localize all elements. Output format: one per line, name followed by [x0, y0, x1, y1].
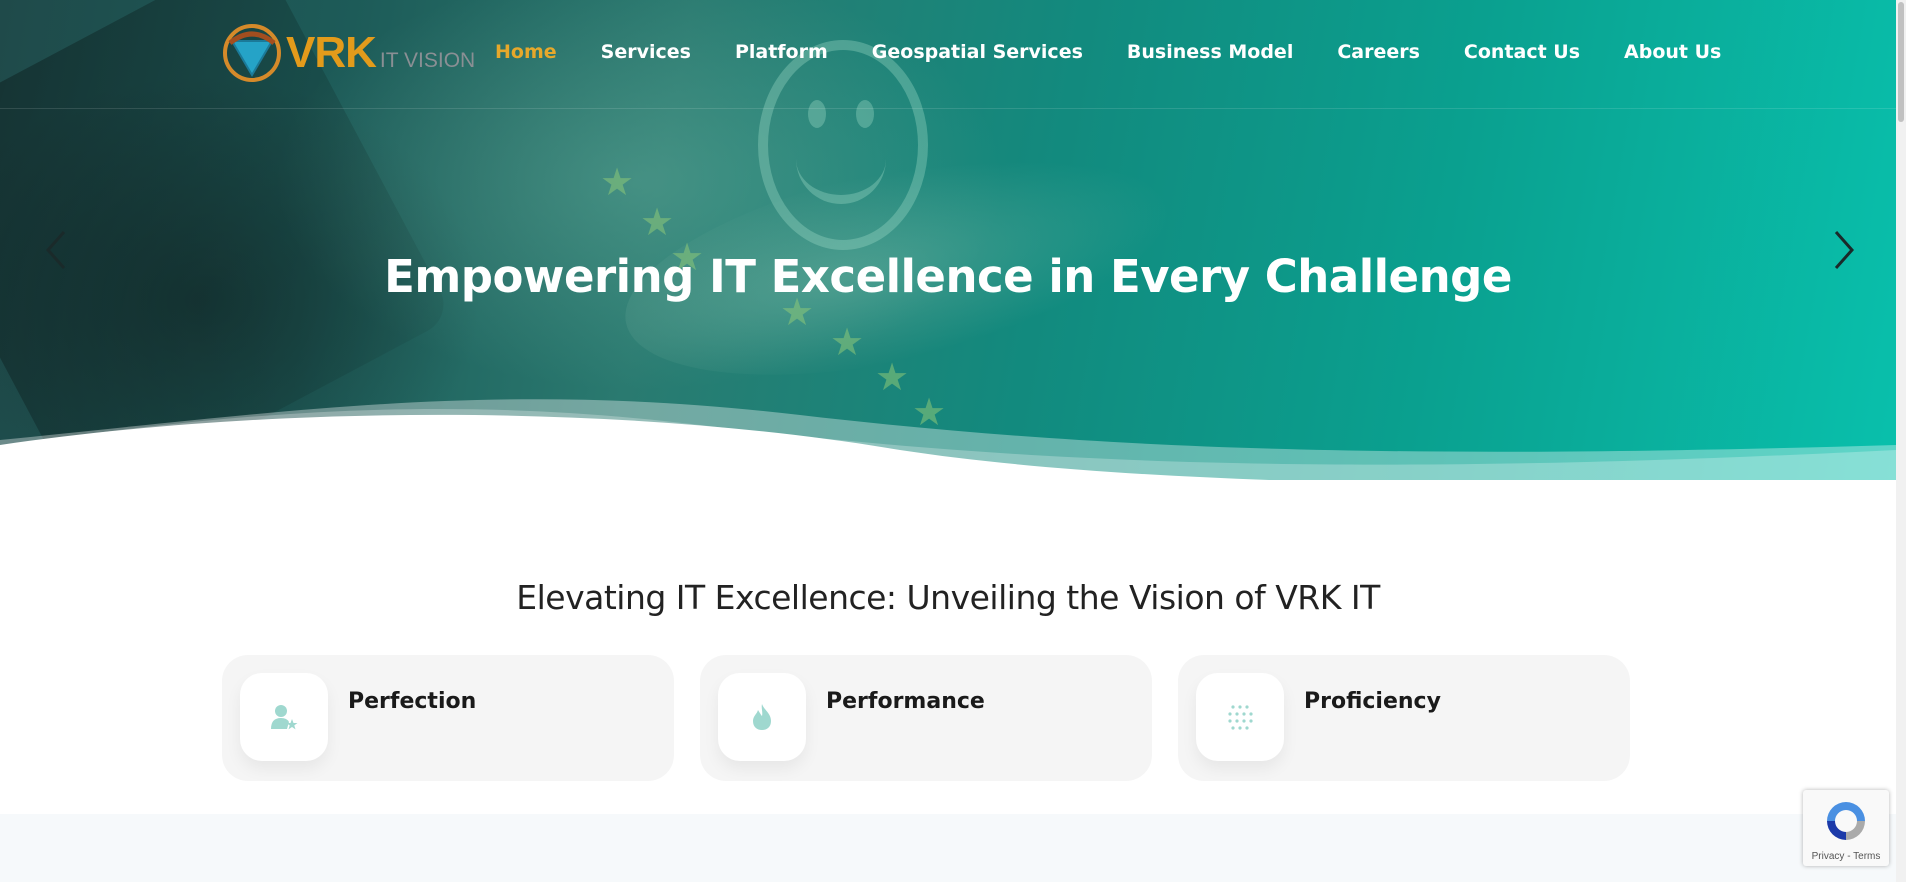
flame-icon	[753, 704, 771, 730]
feature-card-proficiency: Proficiency	[1178, 655, 1630, 781]
hero-banner: ★ ★ ★ ★ ★ ★ ★ VRK IT VISION Home Service…	[0, 0, 1896, 480]
feature-card-perfection: Perfection	[222, 655, 674, 781]
nav-services[interactable]: Services	[601, 38, 691, 66]
feature-icon-box	[718, 673, 806, 761]
feature-card-performance: Performance	[700, 655, 1152, 781]
recaptcha-badge[interactable]: Privacy - Terms	[1803, 790, 1889, 866]
feature-icon-box	[1196, 673, 1284, 761]
feature-label: Perfection	[348, 689, 477, 714]
user-star-icon	[271, 705, 298, 730]
feature-icon-box	[240, 673, 328, 761]
logo[interactable]: VRK IT VISION	[222, 22, 475, 84]
recaptcha-links[interactable]: Privacy - Terms	[1803, 851, 1889, 862]
hero-wave-divider	[0, 399, 1896, 480]
feature-label: Performance	[826, 689, 985, 714]
section-title: Elevating IT Excellence: Unveiling the V…	[516, 578, 1380, 617]
hero-title: Empowering IT Excellence in Every Challe…	[384, 250, 1512, 303]
recaptcha-icon	[1827, 802, 1865, 840]
nav-careers[interactable]: Careers	[1337, 38, 1420, 66]
page: ★ ★ ★ ★ ★ ★ ★ VRK IT VISION Home Service…	[0, 0, 1896, 882]
dots-grid-icon	[1228, 705, 1253, 730]
rating-stars-graphic: ★	[600, 162, 635, 204]
main-nav: Home Services Platform Geospatial Servic…	[495, 38, 1721, 66]
nav-home[interactable]: Home	[495, 38, 557, 66]
nav-platform[interactable]: Platform	[735, 38, 828, 66]
nav-about-us[interactable]: About Us	[1624, 38, 1721, 66]
nav-geospatial-services[interactable]: Geospatial Services	[872, 38, 1083, 66]
site-header: VRK IT VISION Home Services Platform Geo…	[0, 0, 1896, 109]
logo-brand: VRK	[286, 28, 377, 77]
logo-mark-icon	[223, 24, 281, 82]
scrollbar-thumb[interactable]	[1898, 2, 1904, 122]
nav-business-model[interactable]: Business Model	[1127, 38, 1293, 66]
feature-label: Proficiency	[1304, 689, 1441, 714]
next-section-band	[0, 814, 1896, 882]
nav-contact-us[interactable]: Contact Us	[1464, 38, 1580, 66]
logo-subtitle: IT VISION	[379, 49, 476, 72]
page-scrollbar[interactable]	[1896, 0, 1906, 882]
